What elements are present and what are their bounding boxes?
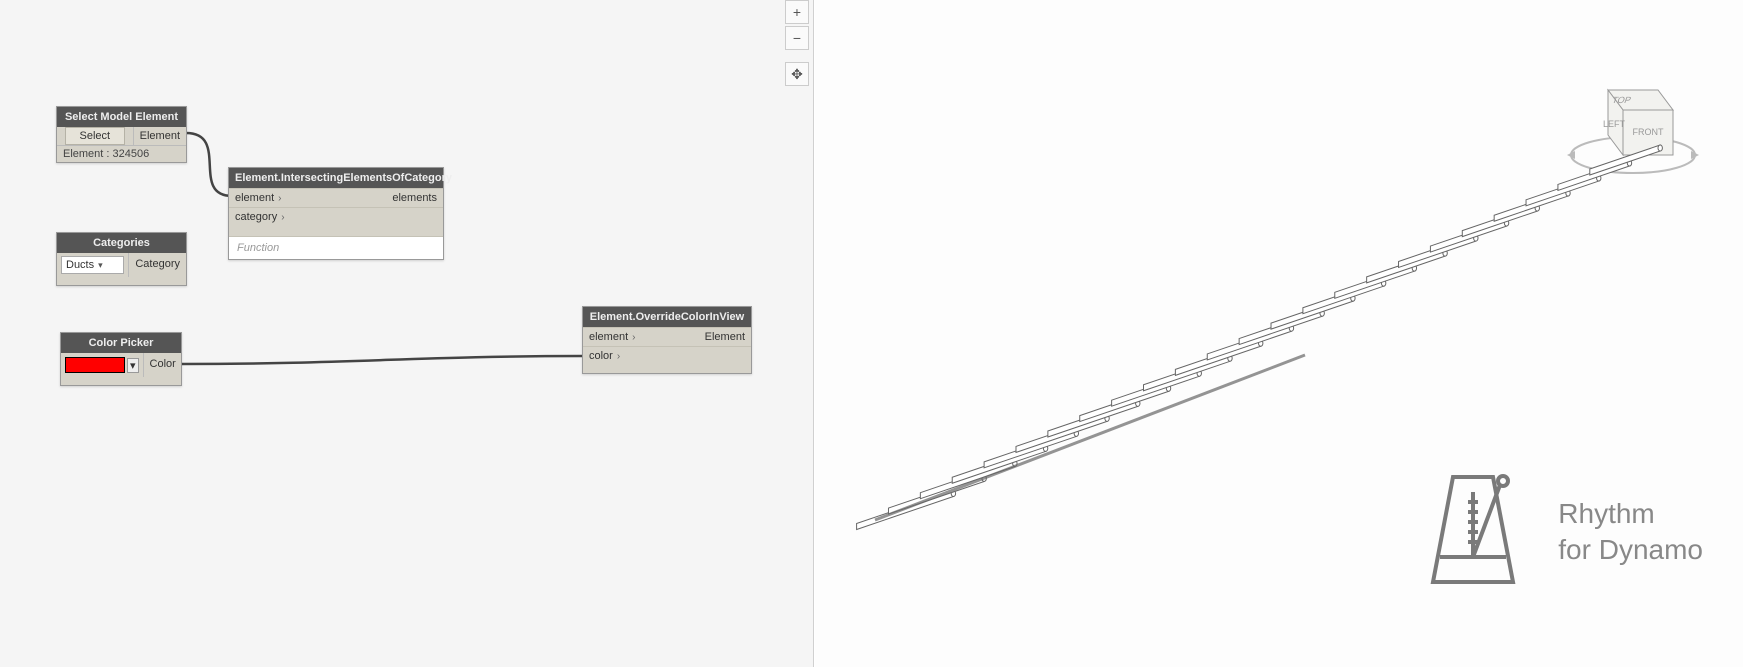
dynamo-canvas[interactable]: + − ✥ Select Model Element Select Elemen…	[0, 0, 814, 667]
zoom-in-button[interactable]: +	[785, 0, 809, 24]
input-port-element[interactable]: element	[235, 192, 274, 204]
rhythm-logo: Rhythm for Dynamo	[1418, 467, 1703, 597]
input-port-color[interactable]: color	[589, 350, 613, 362]
output-port-element[interactable]: Element	[705, 331, 745, 343]
output-port-element[interactable]: Element	[134, 127, 186, 145]
node-title: Element.OverrideColorInView	[583, 307, 751, 327]
viewcube-left-label: LEFT	[1603, 119, 1626, 129]
chevron-right-icon: ›	[617, 351, 620, 362]
node-color-picker[interactable]: Color Picker ▾ Color	[60, 332, 182, 386]
zoom-controls: + − ✥	[785, 0, 809, 86]
select-button[interactable]: Select	[65, 127, 126, 145]
chevron-right-icon: ›	[632, 332, 635, 343]
chevron-right-icon: ›	[278, 193, 281, 204]
node-status-text: Element : 324506	[57, 146, 186, 162]
node-title: Categories	[57, 233, 186, 253]
zoom-out-button[interactable]: −	[785, 26, 809, 50]
chevron-right-icon: ›	[281, 212, 284, 223]
node-title: Element.IntersectingElementsOfCategory	[229, 168, 443, 188]
revit-3d-view[interactable]: TOP LEFT FRONT	[815, 0, 1743, 667]
node-categories[interactable]: Categories Ducts ▾ Category	[56, 232, 187, 286]
node-select-model-element[interactable]: Select Model Element Select Element Elem…	[56, 106, 187, 163]
input-port-category[interactable]: category	[235, 211, 277, 223]
node-footer-text: Function	[229, 236, 443, 259]
dropdown-value: Ducts	[66, 259, 94, 271]
node-title: Color Picker	[61, 333, 181, 353]
node-intersecting-elements[interactable]: Element.IntersectingElementsOfCategory e…	[228, 167, 444, 260]
color-swatch[interactable]	[65, 357, 125, 373]
output-port-elements[interactable]: elements	[392, 192, 437, 204]
viewcube-top-label: TOP	[1611, 95, 1633, 105]
categories-dropdown[interactable]: Ducts ▾	[61, 256, 124, 274]
node-title: Select Model Element	[57, 107, 186, 127]
output-port-category[interactable]: Category	[129, 253, 186, 277]
logo-line2: for Dynamo	[1558, 532, 1703, 568]
swatch-dropdown-icon[interactable]: ▾	[127, 358, 139, 373]
input-port-element[interactable]: element	[589, 331, 628, 343]
output-port-color[interactable]: Color	[144, 353, 182, 377]
logo-line1: Rhythm	[1558, 496, 1703, 532]
node-override-color[interactable]: Element.OverrideColorInView element › El…	[582, 306, 752, 374]
pan-button[interactable]: ✥	[785, 62, 809, 86]
chevron-down-icon: ▾	[98, 260, 103, 271]
